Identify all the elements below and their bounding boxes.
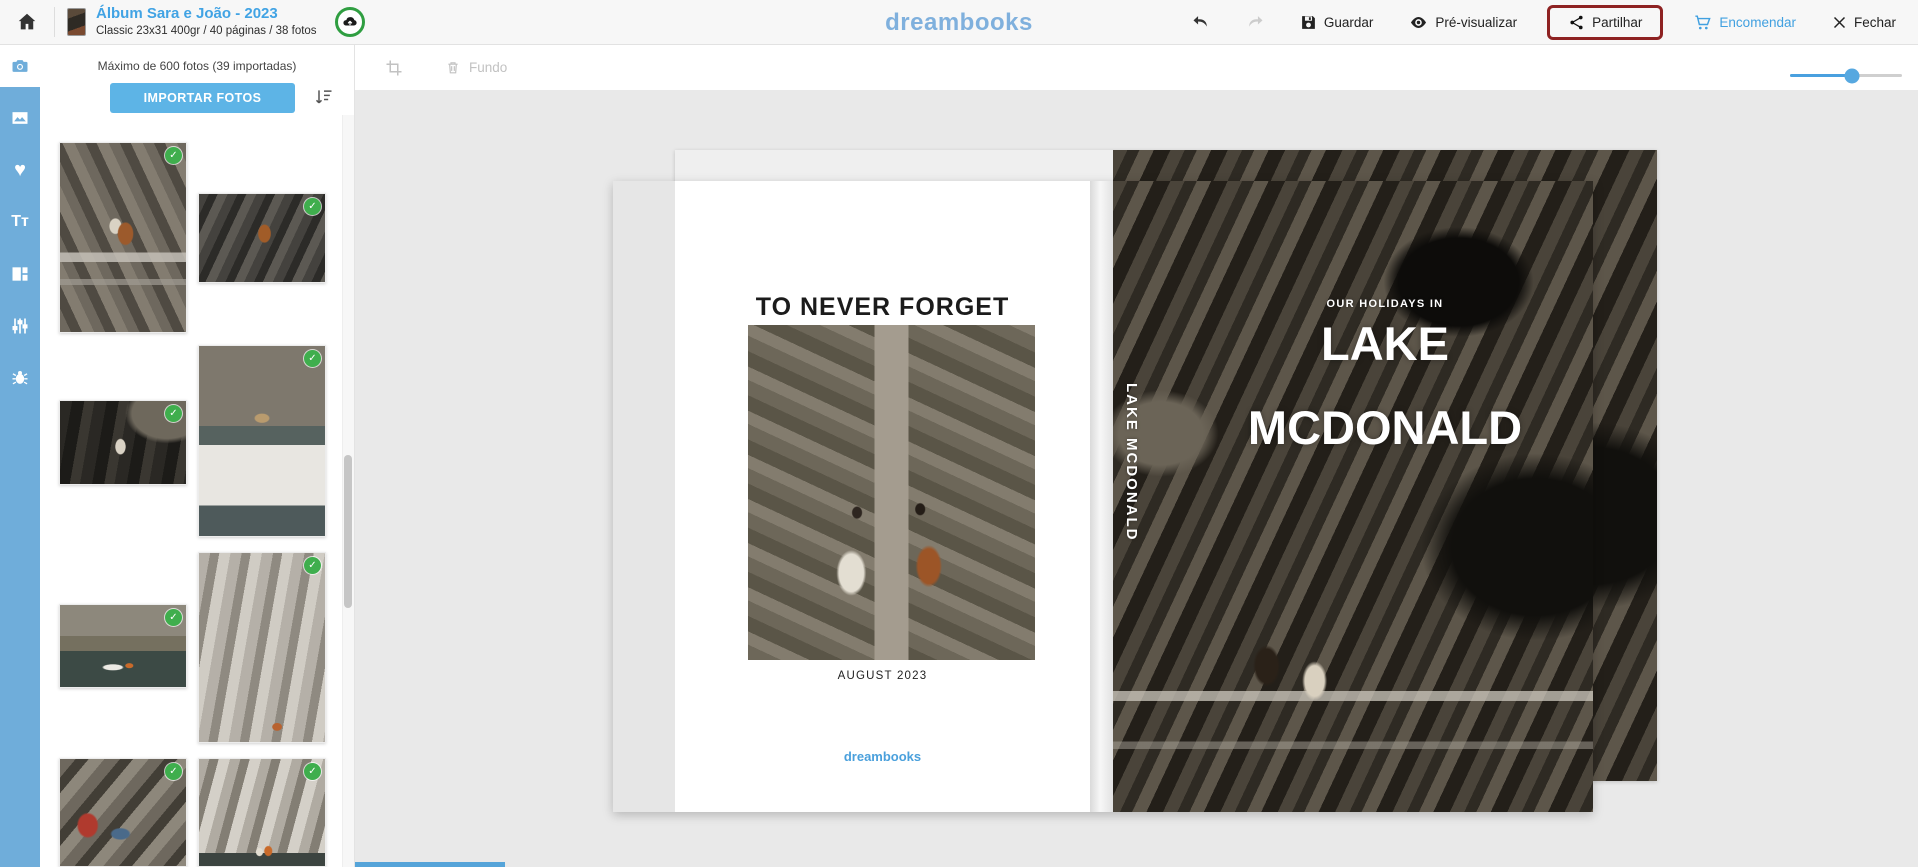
divider <box>54 7 55 37</box>
sort-order-icon <box>314 87 334 107</box>
front-cover-kicker[interactable]: OUR HOLIDAYS IN <box>1113 298 1657 310</box>
back-cover-brand: dreambooks <box>675 749 1090 764</box>
share-button[interactable]: Partilhar <box>1562 13 1648 32</box>
tool-rail: ♥ Tᴛ <box>0 45 40 867</box>
check-icon <box>165 763 182 780</box>
editor-canvas: Fundo TO NEVER FORGET AUGUST 2023 dreamb… <box>355 45 1918 867</box>
album-subtitle: Classic 23x31 400gr / 40 páginas / 38 fo… <box>96 24 317 38</box>
front-cover-text-block[interactable]: OUR HOLIDAYS IN LAKE MCDONALD <box>1113 298 1657 451</box>
photo-thumbnail[interactable] <box>59 142 187 333</box>
back-cover-title[interactable]: TO NEVER FORGET <box>675 293 1090 322</box>
photo-thumbnail[interactable] <box>198 552 326 743</box>
front-cover-photo[interactable] <box>1113 181 1593 812</box>
album-cover-thumbnail[interactable] <box>67 8 86 36</box>
sidebar-item-images[interactable] <box>0 97 40 139</box>
text-icon: Tᴛ <box>11 213 29 231</box>
check-icon <box>304 198 321 215</box>
panel-scrollbar-thumb[interactable] <box>344 455 352 608</box>
home-button[interactable] <box>12 7 42 37</box>
check-icon <box>304 350 321 367</box>
share-icon <box>1568 14 1585 31</box>
redo-button[interactable] <box>1240 8 1270 36</box>
preview-label: Pré-visualizar <box>1435 15 1517 30</box>
crop-button[interactable] <box>379 58 409 78</box>
check-icon <box>165 609 182 626</box>
spine-fold <box>1090 181 1113 812</box>
cloud-upload-icon <box>341 13 359 31</box>
photo-thumbnail[interactable] <box>198 758 326 867</box>
check-icon <box>304 557 321 574</box>
adjustments-icon <box>10 316 30 336</box>
zoom-slider[interactable] <box>1790 74 1902 77</box>
back-cover-photo[interactable] <box>748 325 1035 660</box>
sidebar-item-photos[interactable] <box>0 45 40 87</box>
photobook-editor: Álbum Sara e João - 2023 Classic 23x31 4… <box>0 0 1918 867</box>
import-photos-button[interactable]: IMPORTAR FOTOS <box>110 83 295 113</box>
top-bar: Álbum Sara e João - 2023 Classic 23x31 4… <box>0 0 1918 45</box>
album-meta: Álbum Sara e João - 2023 Classic 23x31 4… <box>96 5 317 38</box>
order-button[interactable]: Encomendar <box>1687 12 1802 33</box>
album-title[interactable]: Álbum Sara e João - 2023 <box>96 5 317 24</box>
photo-thumbnail[interactable] <box>198 193 326 283</box>
undo-button[interactable] <box>1186 8 1216 36</box>
cart-icon <box>1693 13 1712 32</box>
front-cover-title-line2[interactable]: MCDONALD <box>1113 404 1657 451</box>
redo-icon <box>1244 12 1266 32</box>
photo-thumbnail[interactable] <box>59 400 187 485</box>
sticker-icon <box>10 368 30 388</box>
photo-thumbnail-list <box>40 130 355 867</box>
cover-spread: TO NEVER FORGET AUGUST 2023 dreambooks <box>613 181 1593 812</box>
panel-scrollbar-track[interactable] <box>342 115 354 867</box>
zoom-slider-knob[interactable] <box>1844 68 1859 83</box>
upload-status-badge[interactable] <box>335 7 365 37</box>
preview-button[interactable]: Pré-visualizar <box>1403 12 1523 33</box>
topbar-actions: Guardar Pré-visualizar Partilhar <box>1186 5 1918 40</box>
canvas-toolbar: Fundo <box>355 45 1918 90</box>
images-icon <box>10 108 30 128</box>
sidebar-item-stickers[interactable] <box>0 357 40 399</box>
camera-icon <box>10 56 30 76</box>
photo-thumbnail[interactable] <box>59 604 187 688</box>
heart-icon: ♥ <box>14 160 26 180</box>
import-row: IMPORTAR FOTOS <box>40 83 354 113</box>
front-cover-title-line1[interactable]: LAKE <box>1113 320 1657 367</box>
crop-icon <box>385 59 403 77</box>
home-icon <box>16 11 38 33</box>
photo-thumbnail[interactable] <box>59 758 187 867</box>
sidebar-item-text[interactable]: Tᴛ <box>0 201 40 243</box>
save-button[interactable]: Guardar <box>1294 13 1380 32</box>
back-cover-page[interactable]: TO NEVER FORGET AUGUST 2023 dreambooks <box>675 181 1090 812</box>
eye-icon <box>1409 13 1428 32</box>
order-label: Encomendar <box>1719 15 1796 30</box>
sort-order-button[interactable] <box>312 85 336 112</box>
zoom-slider-fill <box>1790 74 1852 77</box>
background-label: Fundo <box>469 60 507 75</box>
background-delete-button[interactable]: Fundo <box>439 58 513 77</box>
trash-icon <box>445 59 461 76</box>
layouts-icon <box>10 264 30 284</box>
undo-icon <box>1190 12 1212 32</box>
close-button[interactable]: Fechar <box>1826 14 1902 31</box>
save-label: Guardar <box>1324 15 1374 30</box>
share-label: Partilhar <box>1592 15 1642 30</box>
photo-panel: Máximo de 600 fotos (39 importadas) IMPO… <box>40 45 355 867</box>
photo-thumbnail[interactable] <box>198 345 326 537</box>
photo-limit-text: Máximo de 600 fotos (39 importadas) <box>40 59 354 73</box>
sidebar-item-adjustments[interactable] <box>0 305 40 347</box>
close-label: Fechar <box>1854 15 1896 30</box>
back-cover-caption[interactable]: AUGUST 2023 <box>675 670 1090 682</box>
check-icon <box>304 763 321 780</box>
topbar-left-group: Álbum Sara e João - 2023 Classic 23x31 4… <box>0 5 365 38</box>
sidebar-item-favorites[interactable]: ♥ <box>0 149 40 191</box>
check-icon <box>165 147 182 164</box>
sidebar-item-layouts[interactable] <box>0 253 40 295</box>
check-icon <box>165 405 182 422</box>
share-highlight-box: Partilhar <box>1547 5 1663 40</box>
close-icon <box>1832 15 1847 30</box>
save-icon <box>1300 14 1317 31</box>
bottom-scroll-strip[interactable] <box>352 862 505 867</box>
